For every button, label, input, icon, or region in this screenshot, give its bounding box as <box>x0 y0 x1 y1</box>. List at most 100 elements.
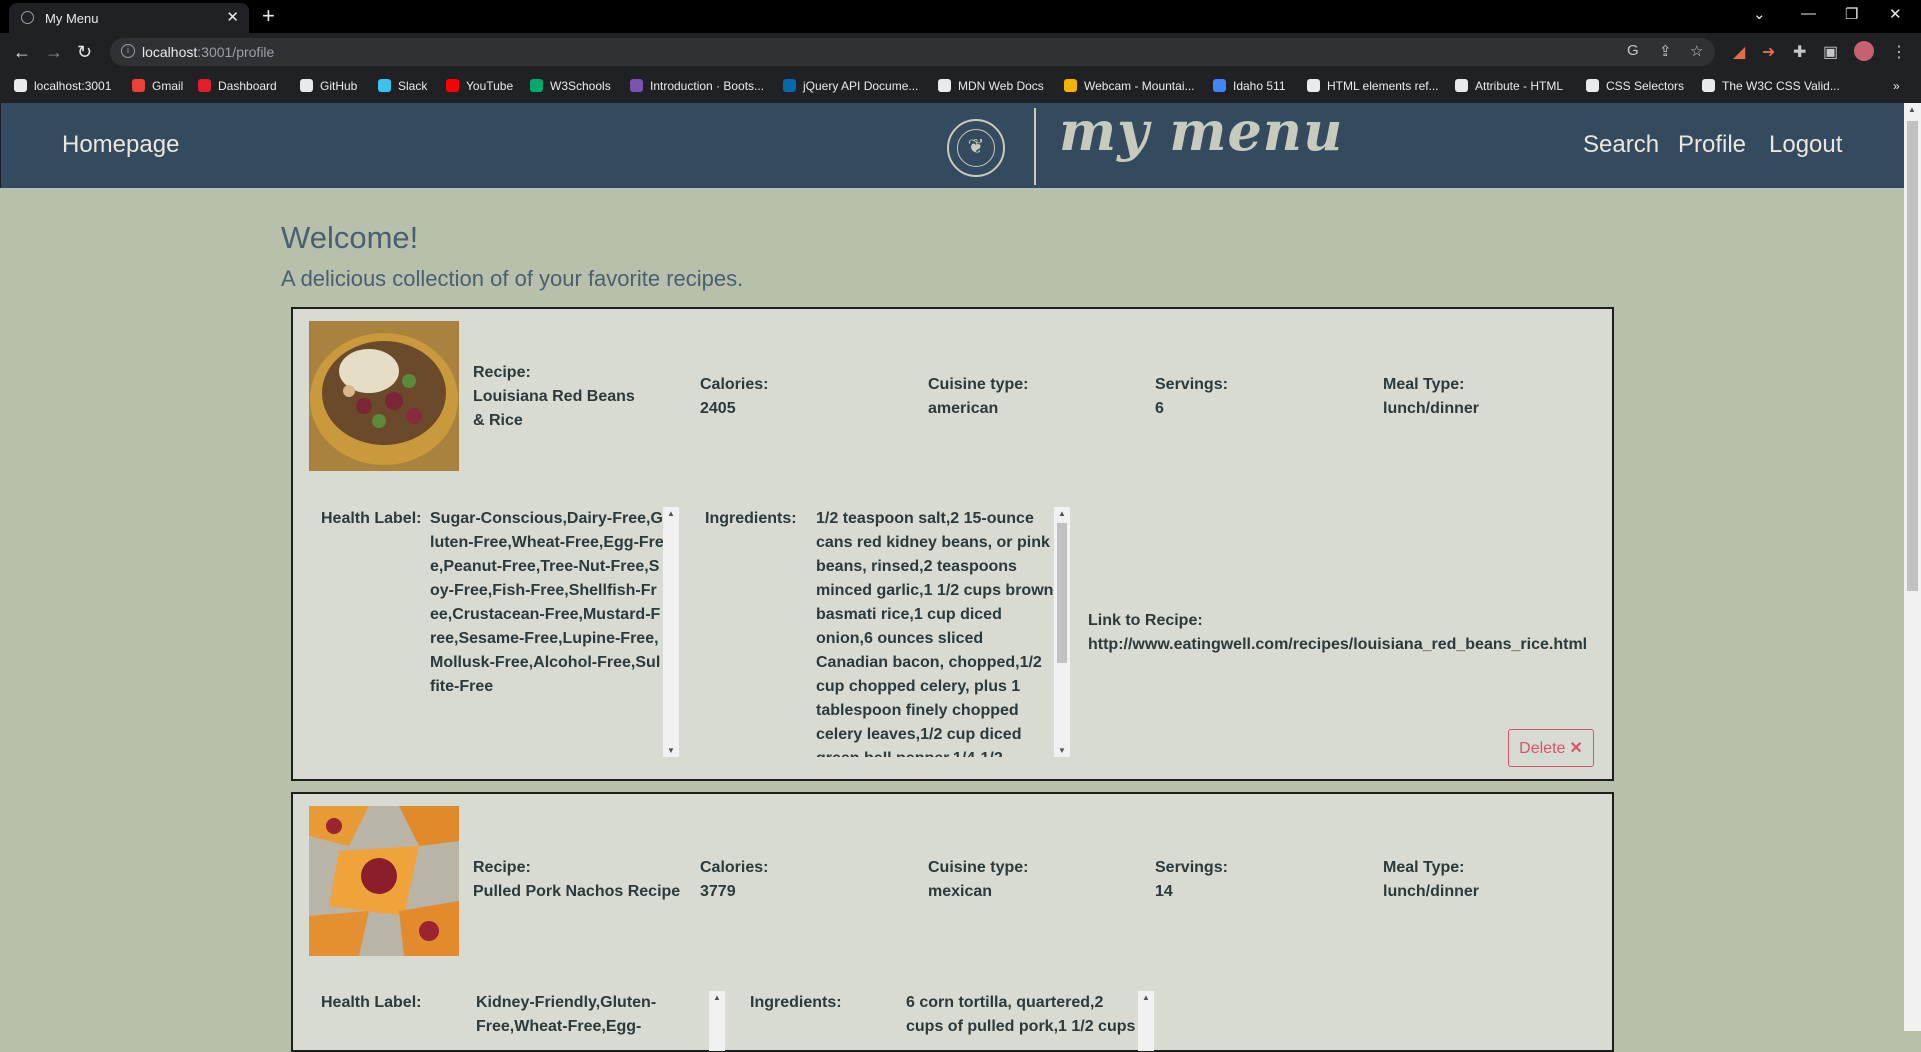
bookmark-label: localhost:3001 <box>34 79 112 93</box>
homepage-link[interactable]: Homepage <box>62 131 179 159</box>
bookmark-item[interactable]: Webcam - Mountai... <box>1064 79 1194 93</box>
share-icon[interactable]: ⇪ <box>1659 42 1672 60</box>
site-info-icon[interactable]: i <box>121 44 135 58</box>
browser-tab[interactable]: My Menu ✕ <box>9 3 249 33</box>
scroll-up-icon[interactable]: ▲ <box>713 993 721 1002</box>
meal-type-label: Meal Type: <box>1383 859 1465 876</box>
bookmark-label: Gmail <box>152 79 184 93</box>
bookmark-item[interactable]: Dashboard <box>198 79 277 93</box>
minimize-icon[interactable]: — <box>1801 5 1816 22</box>
recipe-url[interactable]: http://www.eatingwell.com/recipes/louisi… <box>1088 633 1587 657</box>
bookmark-favicon-icon <box>1586 79 1599 92</box>
meal-type-value: lunch/dinner <box>1383 400 1479 417</box>
health-labels-text: Sugar-Conscious,Dairy-Free,Gluten-Free,W… <box>430 510 664 695</box>
bookmark-favicon-icon <box>1064 79 1077 92</box>
side-panel-icon[interactable]: ▣ <box>1823 42 1838 62</box>
google-lens-icon[interactable]: G <box>1627 42 1639 59</box>
page-scroll-thumb[interactable] <box>1907 121 1918 591</box>
bookmark-item[interactable]: MDN Web Docs <box>938 79 1044 93</box>
profile-link[interactable]: Profile <box>1678 131 1746 159</box>
back-icon[interactable]: ← <box>13 42 31 63</box>
ingredients-heading: Ingredients: <box>750 994 842 1011</box>
bookmark-favicon-icon <box>446 79 459 92</box>
tab-search-icon[interactable]: ⌄ <box>1753 5 1766 23</box>
extension-1-icon[interactable]: ◢ <box>1733 42 1745 62</box>
bookmark-item[interactable]: The W3C CSS Valid... <box>1702 79 1840 93</box>
scroll-up-icon[interactable]: ▲ <box>1058 509 1066 518</box>
extensions-puzzle-icon[interactable]: ✚ <box>1793 42 1806 62</box>
bookmark-item[interactable]: Attribute - HTML <box>1455 79 1563 93</box>
cuisine-field: Cuisine type: mexican <box>928 856 1028 904</box>
scroll-down-icon[interactable]: ▼ <box>1058 746 1066 755</box>
close-window-icon[interactable]: ✕ <box>1889 5 1902 23</box>
scroll-up-icon[interactable]: ▲ <box>1142 993 1150 1002</box>
app-navbar: Homepage ❦ my menu Search Profile Logout <box>0 99 1905 188</box>
ingredients-text: 6 corn tortilla, quartered,2 cups of pul… <box>906 994 1136 1035</box>
recipe-name: Louisiana Red Beans & Rice <box>473 388 635 429</box>
scroll-down-icon[interactable]: ▼ <box>667 746 675 755</box>
meal-type-label: Meal Type: <box>1383 376 1465 393</box>
meal-type-field: Meal Type: lunch/dinner <box>1383 373 1479 421</box>
bookmark-favicon-icon <box>1455 79 1468 92</box>
health-labels-box[interactable]: Sugar-Conscious,Dairy-Free,Gluten-Free,W… <box>430 507 665 747</box>
ingredients-box[interactable]: 6 corn tortilla, quartered,2 cups of pul… <box>906 991 1141 1051</box>
cuisine-value: mexican <box>928 883 993 900</box>
bookmark-item[interactable]: Gmail <box>132 79 183 93</box>
bookmark-favicon-icon <box>783 79 796 92</box>
health-labels-box[interactable]: Kidney-Friendly,Gluten-Free,Wheat-Free,E… <box>476 991 706 1051</box>
profile-avatar-icon[interactable] <box>1854 41 1874 61</box>
bookmark-item[interactable]: CSS Selectors <box>1586 79 1684 93</box>
bookmark-item[interactable]: GitHub <box>300 79 357 93</box>
url-text[interactable]: localhost:3001/profile <box>142 44 274 60</box>
bookmark-label: CSS Selectors <box>1606 79 1685 93</box>
servings-label: Servings: <box>1155 859 1228 876</box>
page-scrollbar[interactable]: ▲ <box>1904 103 1921 1031</box>
menu-kebab-icon[interactable]: ⋮ <box>1891 42 1907 62</box>
ingredients-box[interactable]: 1/2 teaspoon salt,2 15-ounce cans red ki… <box>816 507 1054 757</box>
bookmark-item[interactable]: jQuery API Docume... <box>783 79 918 93</box>
globe-icon <box>21 11 34 24</box>
search-link[interactable]: Search <box>1583 131 1659 159</box>
bookmark-label: The W3C CSS Valid... <box>1722 79 1840 93</box>
logo-divider <box>1034 108 1036 185</box>
bookmark-item[interactable]: W3Schools <box>530 79 611 93</box>
bookmark-item[interactable]: localhost:3001 <box>14 79 111 93</box>
bookmark-item[interactable]: Idaho 511 <box>1213 79 1286 93</box>
address-bar[interactable]: i localhost:3001/profile G ⇪ ☆ <box>110 38 1715 66</box>
ingredients-scroll-thumb[interactable] <box>1057 523 1067 663</box>
bookmark-star-icon[interactable]: ☆ <box>1690 42 1703 60</box>
bookmark-item[interactable]: Slack <box>378 79 427 93</box>
bookmark-favicon-icon <box>132 79 145 92</box>
ingredients-scrollbar[interactable]: ▲ <box>1138 991 1154 1051</box>
bookmark-label: Webcam - Mountai... <box>1084 79 1195 93</box>
bookmark-favicon-icon <box>1213 79 1226 92</box>
bookmark-item[interactable]: YouTube <box>446 79 513 93</box>
health-labels-scrollbar[interactable]: ▲ ▼ <box>663 507 679 757</box>
delete-label: Delete <box>1519 740 1566 757</box>
cuisine-value: american <box>928 400 999 417</box>
bookmark-label: Attribute - HTML <box>1475 79 1564 93</box>
restore-icon[interactable]: ❐ <box>1845 5 1858 23</box>
reload-icon[interactable]: ↻ <box>77 42 92 63</box>
servings-field: Servings: 6 <box>1155 373 1228 421</box>
recipe-name-field: Recipe: Pulled Pork Nachos Recipe <box>473 856 680 904</box>
forward-icon[interactable]: → <box>45 42 63 63</box>
bookmark-item[interactable]: Introduction · Boots... <box>630 79 764 93</box>
scroll-up-icon[interactable]: ▲ <box>1908 105 1916 114</box>
scroll-up-icon[interactable]: ▲ <box>667 509 675 518</box>
extension-2-icon[interactable]: ➜ <box>1762 42 1775 62</box>
health-labels-scrollbar[interactable]: ▲ <box>709 991 725 1051</box>
ingredients-scrollbar[interactable]: ▲ ▼ <box>1054 507 1070 757</box>
logout-link[interactable]: Logout <box>1769 131 1842 159</box>
more-bookmarks-icon[interactable]: » <box>1893 79 1900 93</box>
servings-value: 6 <box>1155 400 1164 417</box>
bookmark-item[interactable]: HTML elements ref... <box>1307 79 1439 93</box>
bookmark-label: YouTube <box>466 79 514 93</box>
calories-label: Calories: <box>700 859 769 876</box>
delete-button[interactable]: Delete ✕ <box>1508 729 1594 767</box>
close-tab-icon[interactable]: ✕ <box>226 8 239 26</box>
bookmark-label: Slack <box>398 79 428 93</box>
cuisine-field: Cuisine type: american <box>928 373 1028 421</box>
calories-label: Calories: <box>700 376 769 393</box>
new-tab-icon[interactable]: + <box>262 3 275 29</box>
